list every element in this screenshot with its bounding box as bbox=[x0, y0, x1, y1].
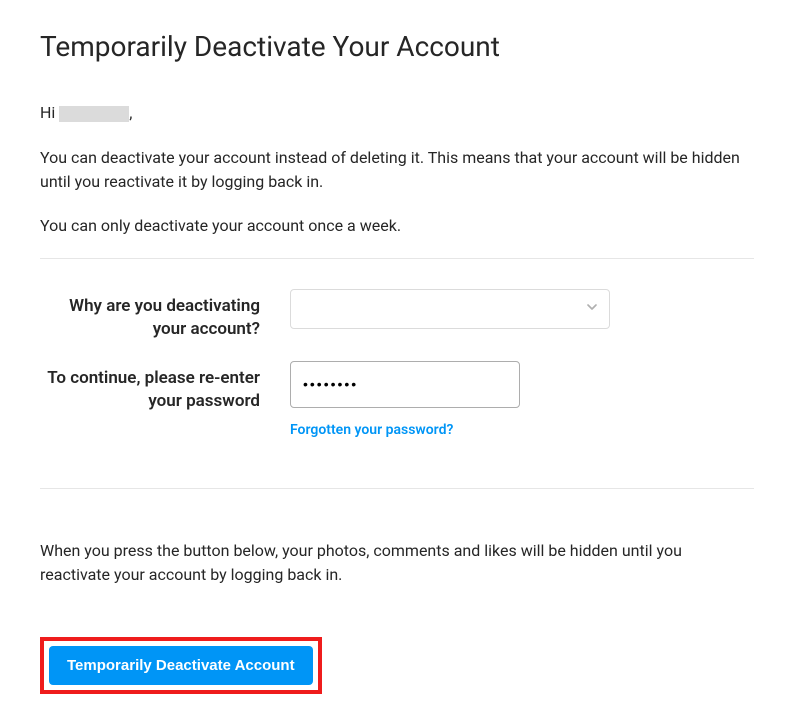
bottom-paragraph: When you press the button below, your ph… bbox=[40, 539, 754, 587]
form-section: Why are you deactivating your account? T… bbox=[40, 258, 754, 488]
page-title: Temporarily Deactivate Your Account bbox=[40, 30, 754, 63]
greeting-suffix: , bbox=[129, 103, 132, 122]
reason-select-wrapper bbox=[290, 289, 610, 329]
greeting-line: Hi , bbox=[40, 103, 754, 122]
button-highlight: Temporarily Deactivate Account bbox=[40, 637, 322, 694]
password-input[interactable] bbox=[290, 361, 520, 408]
reason-label: Why are you deactivating your account? bbox=[40, 289, 290, 341]
username-redacted bbox=[59, 106, 129, 122]
forgot-password-link[interactable]: Forgotten your password? bbox=[290, 422, 453, 438]
password-row: To continue, please re-enter your passwo… bbox=[40, 361, 754, 438]
deactivate-button[interactable]: Temporarily Deactivate Account bbox=[49, 646, 313, 685]
intro-paragraph-1: You can deactivate your account instead … bbox=[40, 146, 754, 194]
password-label: To continue, please re-enter your passwo… bbox=[40, 361, 290, 413]
reason-select[interactable] bbox=[290, 289, 610, 329]
bottom-section: When you press the button below, your ph… bbox=[40, 488, 754, 694]
intro-paragraph-2: You can only deactivate your account onc… bbox=[40, 214, 754, 238]
reason-row: Why are you deactivating your account? bbox=[40, 289, 754, 341]
greeting-prefix: Hi bbox=[40, 103, 59, 122]
